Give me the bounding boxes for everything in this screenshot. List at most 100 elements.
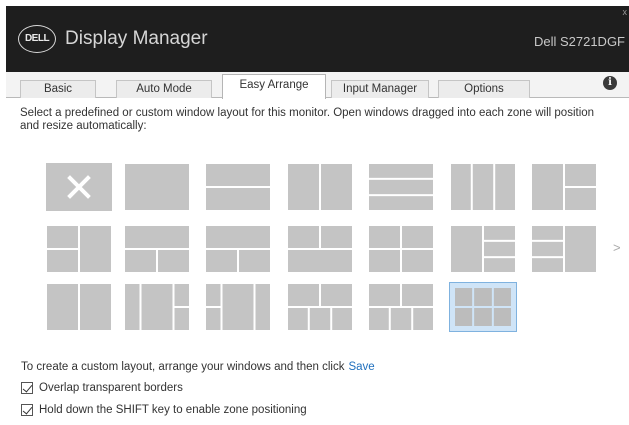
layout-zone (532, 241, 563, 257)
layout-preview (288, 226, 352, 272)
layout-zone (472, 164, 494, 210)
layout-zone (369, 308, 389, 330)
layout-zone (532, 226, 563, 240)
layout-option-none[interactable] (46, 163, 112, 211)
tab-options[interactable]: Options (438, 80, 530, 98)
layout-option-left-split-plus-middle[interactable] (205, 283, 271, 331)
option-shift-key[interactable]: Hold down the SHIFT key to enable zone p… (21, 404, 307, 416)
layout-preview (455, 288, 511, 326)
layout-zone (206, 164, 270, 186)
app-title: Display Manager (65, 28, 208, 49)
layout-option-left-split-plus-right[interactable] (46, 225, 112, 273)
layout-option-top-split-plus-bottom[interactable] (287, 225, 353, 273)
layout-description: Select a predefined or custom window lay… (20, 107, 595, 132)
layout-zone (288, 250, 352, 272)
layout-zone (158, 250, 189, 272)
layout-option-top-plus-bottom-split[interactable] (205, 225, 271, 273)
layout-zone (47, 226, 78, 248)
layout-option-left-plus-right-3-split[interactable] (450, 225, 516, 273)
layout-option-left-plus-right-split[interactable] (531, 163, 597, 211)
layout-option-grid-left-plus-three[interactable] (287, 283, 353, 331)
title-bar: DELL Display Manager Dell S2721DGF x (6, 6, 629, 72)
layout-zone (125, 226, 189, 248)
custom-layout-text: To create a custom layout, arrange your … (21, 361, 345, 373)
layout-preview (47, 284, 111, 330)
layout-zone (174, 308, 189, 330)
layout-option-vertical-2[interactable] (287, 163, 353, 211)
layout-zone (125, 284, 140, 330)
layout-option-full[interactable] (124, 163, 190, 211)
layout-preview (46, 163, 112, 211)
layout-zone (402, 250, 433, 272)
layout-zone (532, 164, 563, 210)
layout-preview (288, 164, 352, 210)
layout-zone (321, 284, 352, 306)
layout-preview (47, 226, 111, 272)
tab-easy-arrange[interactable]: Easy Arrange (222, 74, 326, 99)
layout-option-vertical-3[interactable] (450, 163, 516, 211)
layout-zone (206, 250, 237, 272)
layout-preview (288, 284, 352, 330)
layout-zone (288, 284, 319, 306)
info-icon[interactable]: i (603, 76, 617, 90)
layout-zone (532, 258, 563, 272)
layout-option-grid-mixed[interactable] (368, 283, 434, 331)
layout-option-middle-plus-right-split[interactable] (124, 283, 190, 331)
layout-zone (451, 164, 471, 210)
layout-preview (369, 284, 433, 330)
layout-preview (206, 284, 270, 330)
layout-zone (309, 308, 331, 330)
layout-zone (125, 164, 189, 210)
layout-zone (455, 288, 473, 306)
layout-zone (255, 284, 270, 330)
layout-option-left-plus-middle-right[interactable] (46, 283, 112, 331)
layout-zone (174, 284, 189, 306)
layout-preview (206, 164, 270, 210)
overlap-borders-checkbox[interactable] (21, 382, 33, 394)
layout-option-grid-2x2[interactable] (368, 225, 434, 273)
layout-option-horizontal-2[interactable] (205, 163, 271, 211)
layout-preview (125, 164, 189, 210)
layout-zone (484, 241, 515, 257)
option-overlap-borders[interactable]: Overlap transparent borders (21, 382, 183, 394)
layout-zone (565, 226, 596, 272)
layout-zone (321, 164, 352, 210)
tab-basic[interactable]: Basic (20, 80, 96, 98)
tab-input-manager[interactable]: Input Manager (331, 80, 429, 98)
layout-zone (369, 250, 400, 272)
layout-option-left-plus-right-split-wide[interactable] (124, 225, 190, 273)
layout-zone (451, 226, 482, 272)
shift-key-checkbox[interactable] (21, 404, 33, 416)
layout-zone (332, 308, 352, 330)
layout-zone (474, 288, 492, 306)
layout-zone (402, 226, 433, 248)
layout-preview (206, 226, 270, 272)
layout-zone (565, 164, 596, 186)
layout-zone (206, 284, 221, 306)
layout-zone (474, 308, 492, 326)
layout-zone (206, 226, 270, 248)
layout-zone (47, 250, 78, 272)
layout-zone (369, 226, 400, 248)
layout-zone (495, 164, 515, 210)
save-link[interactable]: Save (348, 361, 374, 373)
layout-option-right-plus-left-3-split[interactable] (531, 225, 597, 273)
layout-zone (413, 308, 433, 330)
layout-zone (484, 258, 515, 272)
layout-zone (455, 308, 473, 326)
layout-zone (288, 164, 319, 210)
layout-zone (484, 226, 515, 240)
layout-preview (369, 226, 433, 272)
tab-auto-mode[interactable]: Auto Mode (116, 80, 212, 98)
monitor-name: Dell S2721DGF (533, 34, 625, 49)
layout-zone (369, 164, 433, 178)
layout-zone (206, 188, 270, 210)
next-page-arrow[interactable]: > (613, 240, 621, 255)
layout-preview (125, 226, 189, 272)
layout-option-grid-2x3[interactable] (449, 282, 517, 332)
layout-zone (402, 284, 433, 306)
close-icon[interactable]: x (623, 7, 628, 17)
layout-zone (47, 284, 78, 330)
layout-zone (565, 188, 596, 210)
layout-option-horizontal-3[interactable] (368, 163, 434, 211)
